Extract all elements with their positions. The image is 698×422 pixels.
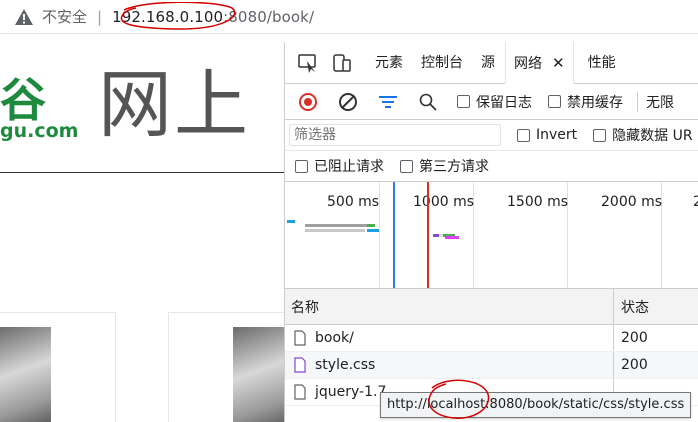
timeline-tick-label: 2 xyxy=(693,194,698,210)
url-tooltip: http://localhost:8080/book/static/css/st… xyxy=(380,392,692,418)
disable-cache-checkbox[interactable]: 禁用缓存 xyxy=(548,92,623,112)
warning-icon[interactable] xyxy=(14,7,34,27)
filter-icon[interactable] xyxy=(379,95,397,109)
hide-data-urls-checkbox[interactable]: 隐藏数据 UR xyxy=(593,125,693,145)
address-separator: | xyxy=(97,7,103,26)
book-card[interactable] xyxy=(0,312,116,422)
invert-label: Invert xyxy=(536,127,578,143)
throttle-select[interactable]: 无限 xyxy=(637,91,674,112)
checkbox-box[interactable] xyxy=(400,159,413,173)
request-name: jquery-1.7 xyxy=(315,384,387,400)
column-status-header[interactable]: 状态 xyxy=(621,297,649,317)
book-image[interactable] xyxy=(0,327,51,422)
close-icon[interactable]: ✕ xyxy=(552,54,565,72)
waterfall-bar xyxy=(433,234,439,237)
insecure-label[interactable]: 不安全 xyxy=(42,6,87,27)
waterfall-bar xyxy=(287,220,295,223)
disable-cache-label: 禁用缓存 xyxy=(567,94,623,111)
request-status: 200 xyxy=(621,330,648,346)
timeline-tick-label: 1500 ms xyxy=(507,194,569,210)
timeline-tick-label: 1000 ms xyxy=(413,194,475,210)
request-status: 200 xyxy=(621,357,648,373)
filter-input[interactable] xyxy=(289,124,501,146)
search-icon[interactable] xyxy=(419,93,437,111)
tab-console[interactable]: 控制台 xyxy=(421,42,463,84)
filter-bar: Invert 隐藏数据 UR xyxy=(285,120,698,151)
tab-network[interactable]: 网络 ✕ xyxy=(505,41,574,84)
hide-data-urls-label: 隐藏数据 UR xyxy=(612,128,693,144)
clear-icon[interactable] xyxy=(339,92,357,111)
waterfall-overview[interactable]: 500 ms 1000 ms 1500 ms 2000 ms 2 xyxy=(285,182,698,289)
table-row[interactable]: book/ 200 xyxy=(285,325,698,352)
network-toolbar: 保留日志 禁用缓存 无限 xyxy=(285,84,698,120)
checkbox-box[interactable] xyxy=(457,95,470,108)
devtools-tabbar: 元素 控制台 源 网络 ✕ 性能 xyxy=(285,41,698,84)
timeline-tick-label: 2000 ms xyxy=(601,194,663,210)
url-text[interactable]: 192.168.0.100:8080/book/ xyxy=(112,8,314,26)
waterfall-bar xyxy=(305,229,365,232)
table-row[interactable]: style.css 200 xyxy=(285,352,698,379)
column-divider xyxy=(613,352,614,378)
checkbox-box[interactable] xyxy=(517,128,530,142)
inspect-icon[interactable] xyxy=(297,52,319,74)
url-host: 192.168.0.100 xyxy=(112,7,224,26)
timeline-gridline xyxy=(379,182,380,288)
address-bar[interactable]: 不安全 | 192.168.0.100:8080/book/ xyxy=(0,0,698,34)
tab-sources[interactable]: 源 xyxy=(481,42,495,84)
header-divider xyxy=(0,172,285,173)
third-party-label: 第三方请求 xyxy=(419,159,489,175)
column-divider[interactable] xyxy=(613,289,614,324)
book-image[interactable] xyxy=(233,327,285,422)
timeline-tick-label: 500 ms xyxy=(327,194,380,210)
waterfall-bar xyxy=(367,229,379,232)
third-party-checkbox[interactable]: 第三方请求 xyxy=(400,156,489,176)
blocked-requests-label: 已阻止请求 xyxy=(314,159,384,175)
invert-checkbox[interactable]: Invert xyxy=(517,127,577,143)
dom-content-loaded-line xyxy=(393,182,395,288)
load-event-line xyxy=(427,182,429,288)
request-name: book/ xyxy=(315,330,354,346)
waterfall-bar xyxy=(305,224,367,227)
preserve-log-checkbox[interactable]: 保留日志 xyxy=(457,92,532,112)
devtools-panel: 元素 控制台 源 网络 ✕ 性能 保留日志 禁用缓存 无限 Invert 隐藏数据… xyxy=(284,41,698,422)
tab-elements[interactable]: 元素 xyxy=(375,42,403,84)
column-divider xyxy=(613,325,614,351)
file-icon xyxy=(294,330,306,346)
logo-domain: gu.com xyxy=(0,120,79,142)
page-title: 网上 xyxy=(98,62,250,148)
checkbox-box[interactable] xyxy=(593,128,607,142)
checkbox-box[interactable] xyxy=(548,95,561,108)
requests-table-header: 名称 状态 xyxy=(285,289,698,325)
column-name-header[interactable]: 名称 xyxy=(291,297,319,317)
request-name: style.css xyxy=(315,357,376,373)
blocked-requests-checkbox[interactable]: 已阻止请求 xyxy=(295,156,384,176)
device-toggle-icon[interactable] xyxy=(331,52,353,74)
tab-network-label: 网络 xyxy=(514,55,542,72)
waterfall-bar xyxy=(445,236,459,239)
tab-performance[interactable]: 性能 xyxy=(588,42,616,84)
book-card[interactable] xyxy=(168,312,285,422)
waterfall-bar xyxy=(367,224,375,227)
record-icon[interactable] xyxy=(299,92,317,111)
file-icon xyxy=(294,357,306,373)
preserve-log-label: 保留日志 xyxy=(476,94,532,111)
checkbox-box[interactable] xyxy=(295,159,308,173)
page-content: 谷 gu.com 网上 xyxy=(0,34,285,422)
file-icon xyxy=(294,384,306,400)
request-filter-bar: 已阻止请求 第三方请求 xyxy=(285,151,698,182)
url-path: :8080/book/ xyxy=(223,7,315,26)
